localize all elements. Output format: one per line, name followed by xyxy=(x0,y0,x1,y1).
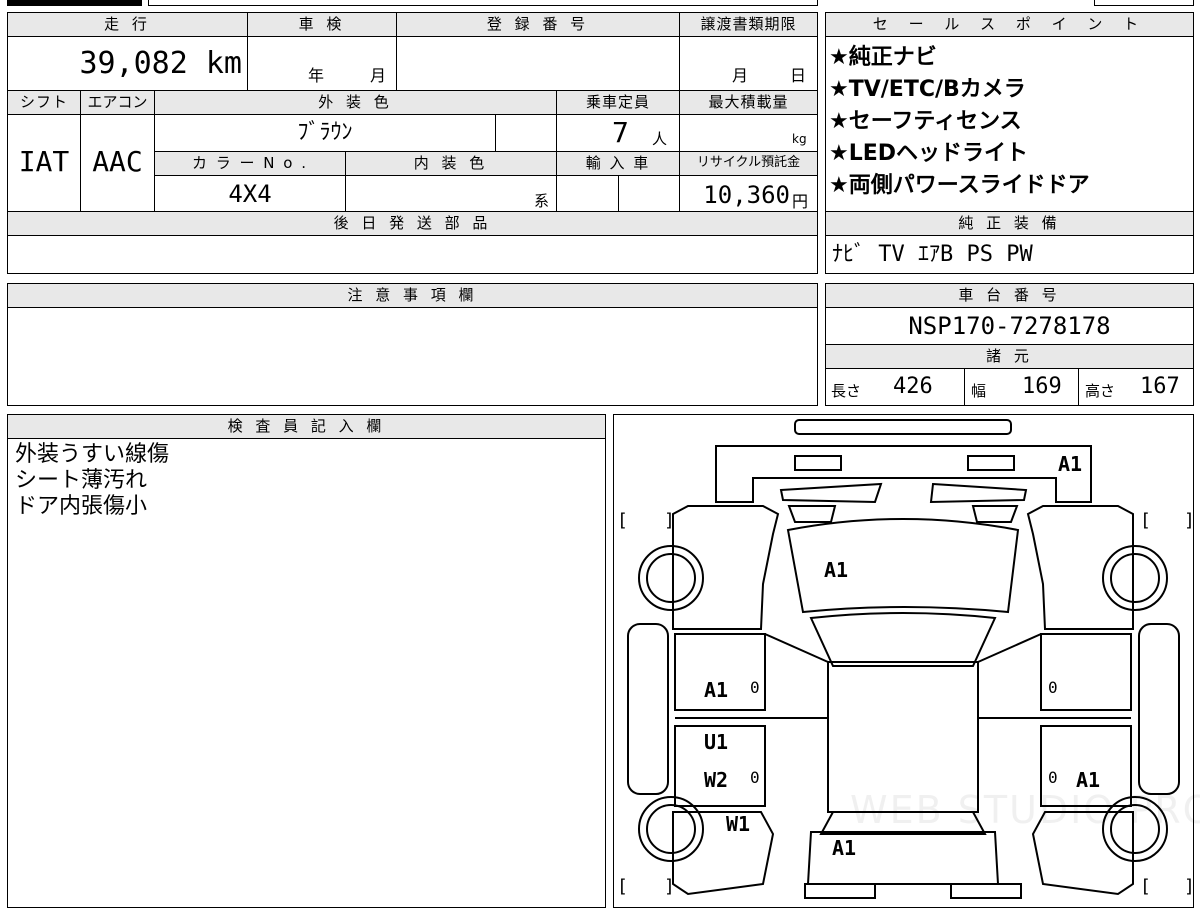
notes-header: 注 意 事 項 欄 xyxy=(7,283,818,308)
damage-mark: U1 xyxy=(704,730,729,754)
top-black-bar xyxy=(7,0,142,6)
deadline-month-label: 月 xyxy=(732,66,749,85)
inspection-month-label: 月 xyxy=(370,66,387,85)
recycle-fee-value: 10,360 xyxy=(703,181,790,209)
capacity-header: 乗車定員 xyxy=(556,90,680,115)
color-no-value: 4X4 xyxy=(228,180,272,208)
inspector-note: 外装うすい線傷 xyxy=(15,442,170,467)
spec-length-label: 長さ xyxy=(831,382,862,400)
damage-mark: A1 xyxy=(832,836,857,860)
registration-header: 登 録 番 号 xyxy=(396,12,680,37)
bracket-mark: ] xyxy=(664,510,675,531)
import-header: 輸 入 車 xyxy=(556,151,680,176)
sales-points-header: セ ー ル ス ポ イ ン ト xyxy=(825,12,1194,37)
recycle-fee-unit: 円 xyxy=(792,192,809,211)
sales-point-item: ★TV/ETC/Bカメラ xyxy=(829,77,1026,102)
top-strip xyxy=(148,0,818,6)
damage-mark: W2 xyxy=(704,768,729,792)
import-cell-right xyxy=(618,175,680,212)
max-load-unit: kg xyxy=(792,132,807,146)
exterior-color-value: ﾌﾞﾗｳﾝ xyxy=(297,120,353,145)
std-equipment-header: 純 正 装 備 xyxy=(825,211,1194,236)
damage-mark: A1 xyxy=(824,558,849,582)
capacity-unit: 人 xyxy=(652,130,668,148)
damage-mark: 0 xyxy=(750,768,760,787)
bracket-mark: [ xyxy=(617,510,628,531)
aircon-header: エアコン xyxy=(80,90,155,115)
bracket-mark: [ xyxy=(1140,510,1151,531)
inspection-year-label: 年 xyxy=(308,66,325,85)
damage-mark: 0 xyxy=(1048,768,1058,787)
sales-point-item: ★セーフティセンス xyxy=(829,109,1022,134)
interior-color-header: 内 装 色 xyxy=(345,151,557,176)
interior-color-suffix: 系 xyxy=(534,192,550,210)
std-equipment-value: ﾅﾋﾞ TV ｴｱB PS PW xyxy=(832,242,1033,267)
inspector-notes: 外装うすい線傷 シート薄汚れ ドア内張傷小 xyxy=(15,442,169,520)
spec-width-label: 幅 xyxy=(971,382,987,400)
chassis-header: 車 台 番 号 xyxy=(825,283,1194,308)
inspector-header: 検 査 員 記 入 欄 xyxy=(7,414,606,439)
capacity-value: 7 xyxy=(612,116,629,149)
sales-point-item: ★純正ナビ xyxy=(829,45,937,70)
later-parts-cell xyxy=(7,235,818,274)
bracket-mark: ] xyxy=(1184,876,1195,897)
aircon-value: AAC xyxy=(92,145,143,178)
color-no-header: カ ラ ー N o . xyxy=(154,151,346,176)
shift-value: IAT xyxy=(18,145,70,178)
inspector-note: ドア内張傷小 xyxy=(15,494,148,519)
sales-point-item: ★両側パワースライドドア xyxy=(829,173,1090,198)
shift-header: シフト xyxy=(7,90,81,115)
deadline-day-label: 日 xyxy=(790,66,807,85)
notes-cell xyxy=(7,307,818,406)
registration-cell xyxy=(396,36,680,91)
max-load-header: 最大積載量 xyxy=(679,90,818,115)
spec-height-value: 167 xyxy=(1140,374,1180,399)
sales-points-list: ★純正ナビ ★TV/ETC/Bカメラ ★セーフティセンス ★LEDヘッドライト … xyxy=(829,42,1191,202)
watermark: WEB STUDIO PRO xyxy=(850,788,1200,832)
transfer-deadline-header: 譲渡書類期限 xyxy=(679,12,818,37)
later-parts-header: 後 日 発 送 部 品 xyxy=(7,211,818,236)
bracket-mark: [ xyxy=(617,876,628,897)
specs-header: 諸 元 xyxy=(825,344,1194,369)
bracket-mark: ] xyxy=(1184,510,1195,531)
spec-length-value: 426 xyxy=(893,374,933,399)
top-strip-right xyxy=(1094,0,1194,6)
damage-mark: A1 xyxy=(1058,452,1083,476)
bracket-mark: [ xyxy=(1140,876,1151,897)
interior-color-cell xyxy=(345,175,557,212)
exterior-color-header: 外 装 色 xyxy=(154,90,557,115)
damage-mark: 0 xyxy=(750,678,760,697)
recycle-header: リサイクル預託金 xyxy=(679,151,818,176)
import-cell-left xyxy=(556,175,619,212)
damage-mark: 0 xyxy=(1048,678,1058,697)
exterior-color-code-cell xyxy=(495,114,557,152)
mileage-value: 39,082 km xyxy=(79,46,242,81)
damage-mark: A1 xyxy=(704,678,729,702)
damage-mark: W1 xyxy=(726,812,751,836)
sales-point-item: ★LEDヘッドライト xyxy=(829,141,1029,166)
bracket-mark: ] xyxy=(664,876,675,897)
spec-width-value: 169 xyxy=(1022,374,1062,399)
spec-height-label: 高さ xyxy=(1085,382,1116,400)
inspector-note: シート薄汚れ xyxy=(15,468,148,493)
inspection-header: 車 検 xyxy=(247,12,397,37)
chassis-value: NSP170-7278178 xyxy=(908,312,1111,340)
mileage-header: 走 行 xyxy=(7,12,248,37)
